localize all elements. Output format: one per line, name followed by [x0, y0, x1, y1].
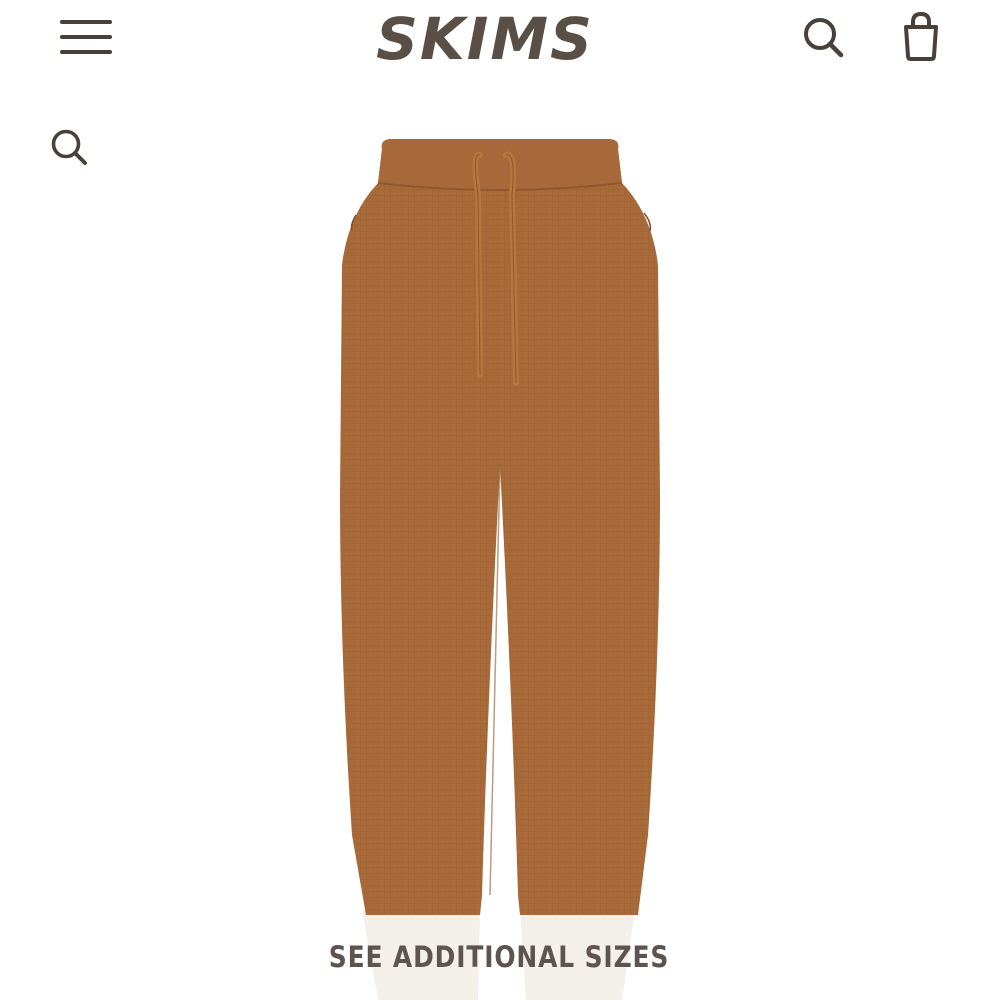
menu-button[interactable] — [56, 14, 116, 60]
menu-line-top — [60, 20, 112, 24]
shopping-bag-button[interactable] — [898, 10, 944, 62]
menu-line-bottom — [60, 50, 112, 54]
product-page: SKIMS SEE ADDITIONAL SIZES — [0, 0, 998, 1000]
search-icon — [51, 129, 87, 165]
brand-logo[interactable]: SKIMS — [360, 4, 610, 74]
shopping-bag-icon — [904, 11, 938, 61]
header-search-button[interactable] — [800, 14, 846, 60]
search-icon — [804, 18, 844, 58]
see-additional-sizes-button[interactable]: SEE ADDITIONAL SIZES — [328, 932, 670, 982]
menu-line-middle — [60, 35, 112, 39]
page-search-button[interactable] — [48, 126, 90, 168]
site-header: SKIMS — [0, 0, 998, 82]
brand-logo-text: SKIMS — [376, 5, 594, 73]
jogger-pants-illustration — [340, 139, 660, 1000]
product-image[interactable] — [330, 135, 670, 1000]
